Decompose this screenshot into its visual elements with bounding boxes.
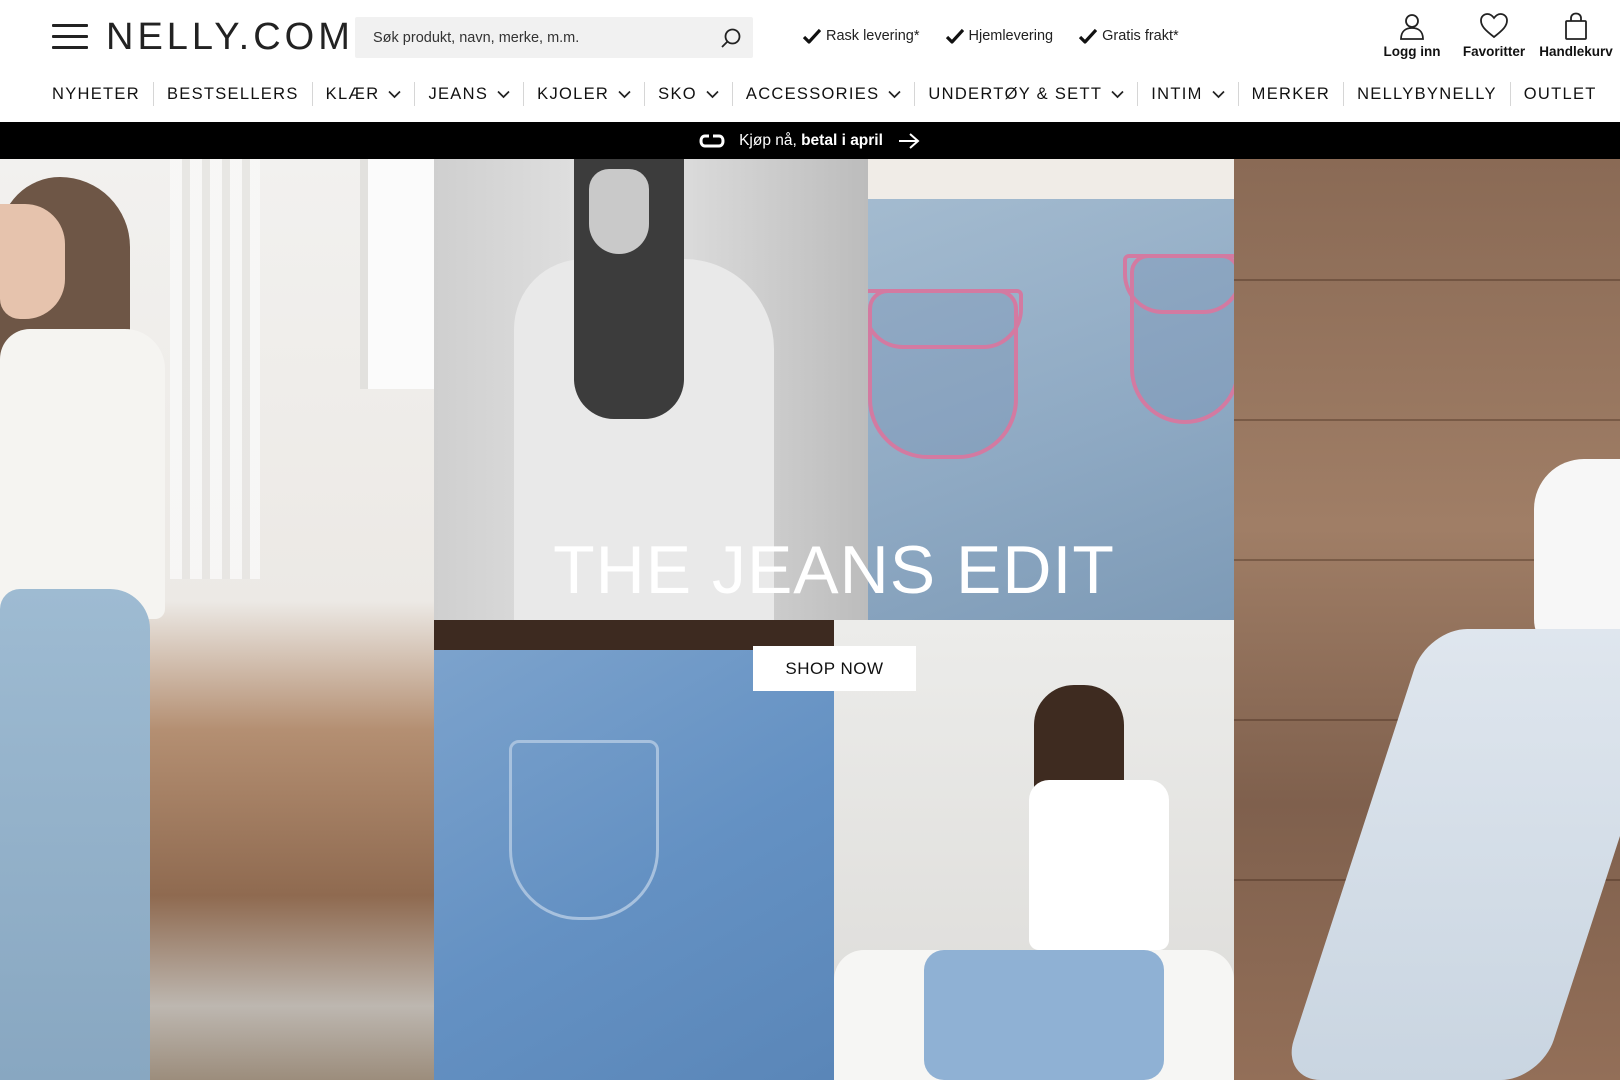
nav-item-klaer[interactable]: KLÆR: [313, 82, 416, 106]
cart-button[interactable]: Handlekurv: [1536, 12, 1616, 59]
usp-item: Rask levering*: [803, 28, 920, 44]
shop-now-button[interactable]: SHOP NOW: [753, 646, 916, 691]
heart-icon: [1480, 13, 1508, 39]
nav-item-kjoler[interactable]: KJOLER: [524, 82, 646, 106]
favorites-button[interactable]: Favoritter: [1454, 12, 1534, 59]
nav-item-label: OUTLET: [1523, 84, 1597, 103]
search-input[interactable]: [355, 17, 695, 58]
hero-banner[interactable]: THE JEANS EDIT SHOP NOW: [0, 159, 1620, 1080]
check-icon: [945, 28, 964, 44]
login-button[interactable]: Logg inn: [1372, 12, 1452, 59]
promo-banner[interactable]: Kjøp nå, betal i april: [0, 122, 1620, 159]
nav-item-label: JEANS: [428, 84, 489, 103]
hamburger-menu-icon[interactable]: [52, 22, 90, 50]
nav-item-jeans[interactable]: JEANS: [415, 82, 525, 106]
main-navigation: NYHETER BESTSELLERS KLÆR JEANS KJOLER SK…: [40, 78, 1610, 110]
nav-item-label: ACCESSORIES: [745, 84, 880, 103]
chevron-down-icon: [1111, 90, 1124, 98]
promo-text: Kjøp nå, betal i april: [739, 132, 883, 150]
nav-item-label: NYHETER: [52, 84, 140, 103]
nav-item-merker[interactable]: MERKER: [1239, 82, 1345, 106]
usp-label: Rask levering*: [826, 28, 920, 44]
nav-item-label: NELLYBYNELLY: [1357, 84, 1497, 103]
user-icon: [1400, 14, 1424, 40]
chevron-down-icon: [706, 90, 719, 98]
nav-item-label: BESTSELLERS: [166, 84, 299, 103]
chevron-down-icon: [497, 90, 510, 98]
arrow-right-icon: [898, 132, 920, 149]
usp-item: Hjemlevering: [945, 28, 1054, 44]
promo-text-bold: betal i april: [801, 131, 883, 149]
nav-item-undertoy-sett[interactable]: UNDERTØY & SETT: [915, 82, 1139, 106]
site-header: NELLY.COM Rask levering* Hjemlevering Gr…: [0, 0, 1620, 75]
promo-text-prefix: Kjøp nå,: [739, 131, 802, 149]
nav-item-accessories[interactable]: ACCESSORIES: [733, 82, 916, 106]
nav-item-sko[interactable]: SKO: [645, 82, 733, 106]
shopping-bag-icon: [1565, 12, 1587, 40]
cart-label: Handlekurv: [1539, 44, 1613, 59]
nav-item-label: MERKER: [1251, 84, 1331, 103]
nav-item-nyheter[interactable]: NYHETER: [40, 82, 154, 106]
nav-item-label: SKO: [658, 84, 697, 103]
nav-item-intim[interactable]: INTIM: [1138, 82, 1239, 106]
nav-item-label: KJOLER: [537, 84, 610, 103]
nav-item-label: INTIM: [1151, 84, 1203, 103]
usp-label: Hjemlevering: [968, 28, 1054, 44]
nav-item-bestsellers[interactable]: BESTSELLERS: [154, 82, 313, 106]
hero-image-right: [1234, 159, 1620, 1080]
check-icon: [803, 28, 821, 44]
chevron-down-icon: [888, 90, 901, 98]
nav-item-nellybynelly[interactable]: NELLYBYNELLY: [1344, 82, 1511, 106]
usp-item: Gratis frakt*: [1079, 28, 1179, 44]
usp-list: Rask levering* Hjemlevering Gratis frakt…: [803, 28, 1179, 44]
check-icon: [1079, 28, 1098, 44]
chevron-down-icon: [388, 90, 402, 98]
site-logo[interactable]: NELLY.COM: [106, 16, 354, 59]
login-label: Logg inn: [1383, 44, 1441, 59]
chevron-down-icon: [618, 90, 631, 98]
nav-item-outlet[interactable]: OUTLET: [1511, 82, 1610, 106]
klarna-link-icon: [699, 134, 725, 147]
search-bar: [355, 17, 753, 58]
nav-item-label: KLÆR: [325, 84, 380, 103]
usp-label: Gratis frakt*: [1102, 28, 1179, 44]
nav-item-label: UNDERTØY & SETT: [928, 84, 1103, 103]
hero-image-left: [0, 159, 434, 1080]
favorites-label: Favoritter: [1462, 44, 1526, 59]
hero-title: THE JEANS EDIT: [553, 532, 1115, 608]
chevron-down-icon: [1212, 90, 1225, 98]
search-icon[interactable]: [719, 26, 743, 50]
